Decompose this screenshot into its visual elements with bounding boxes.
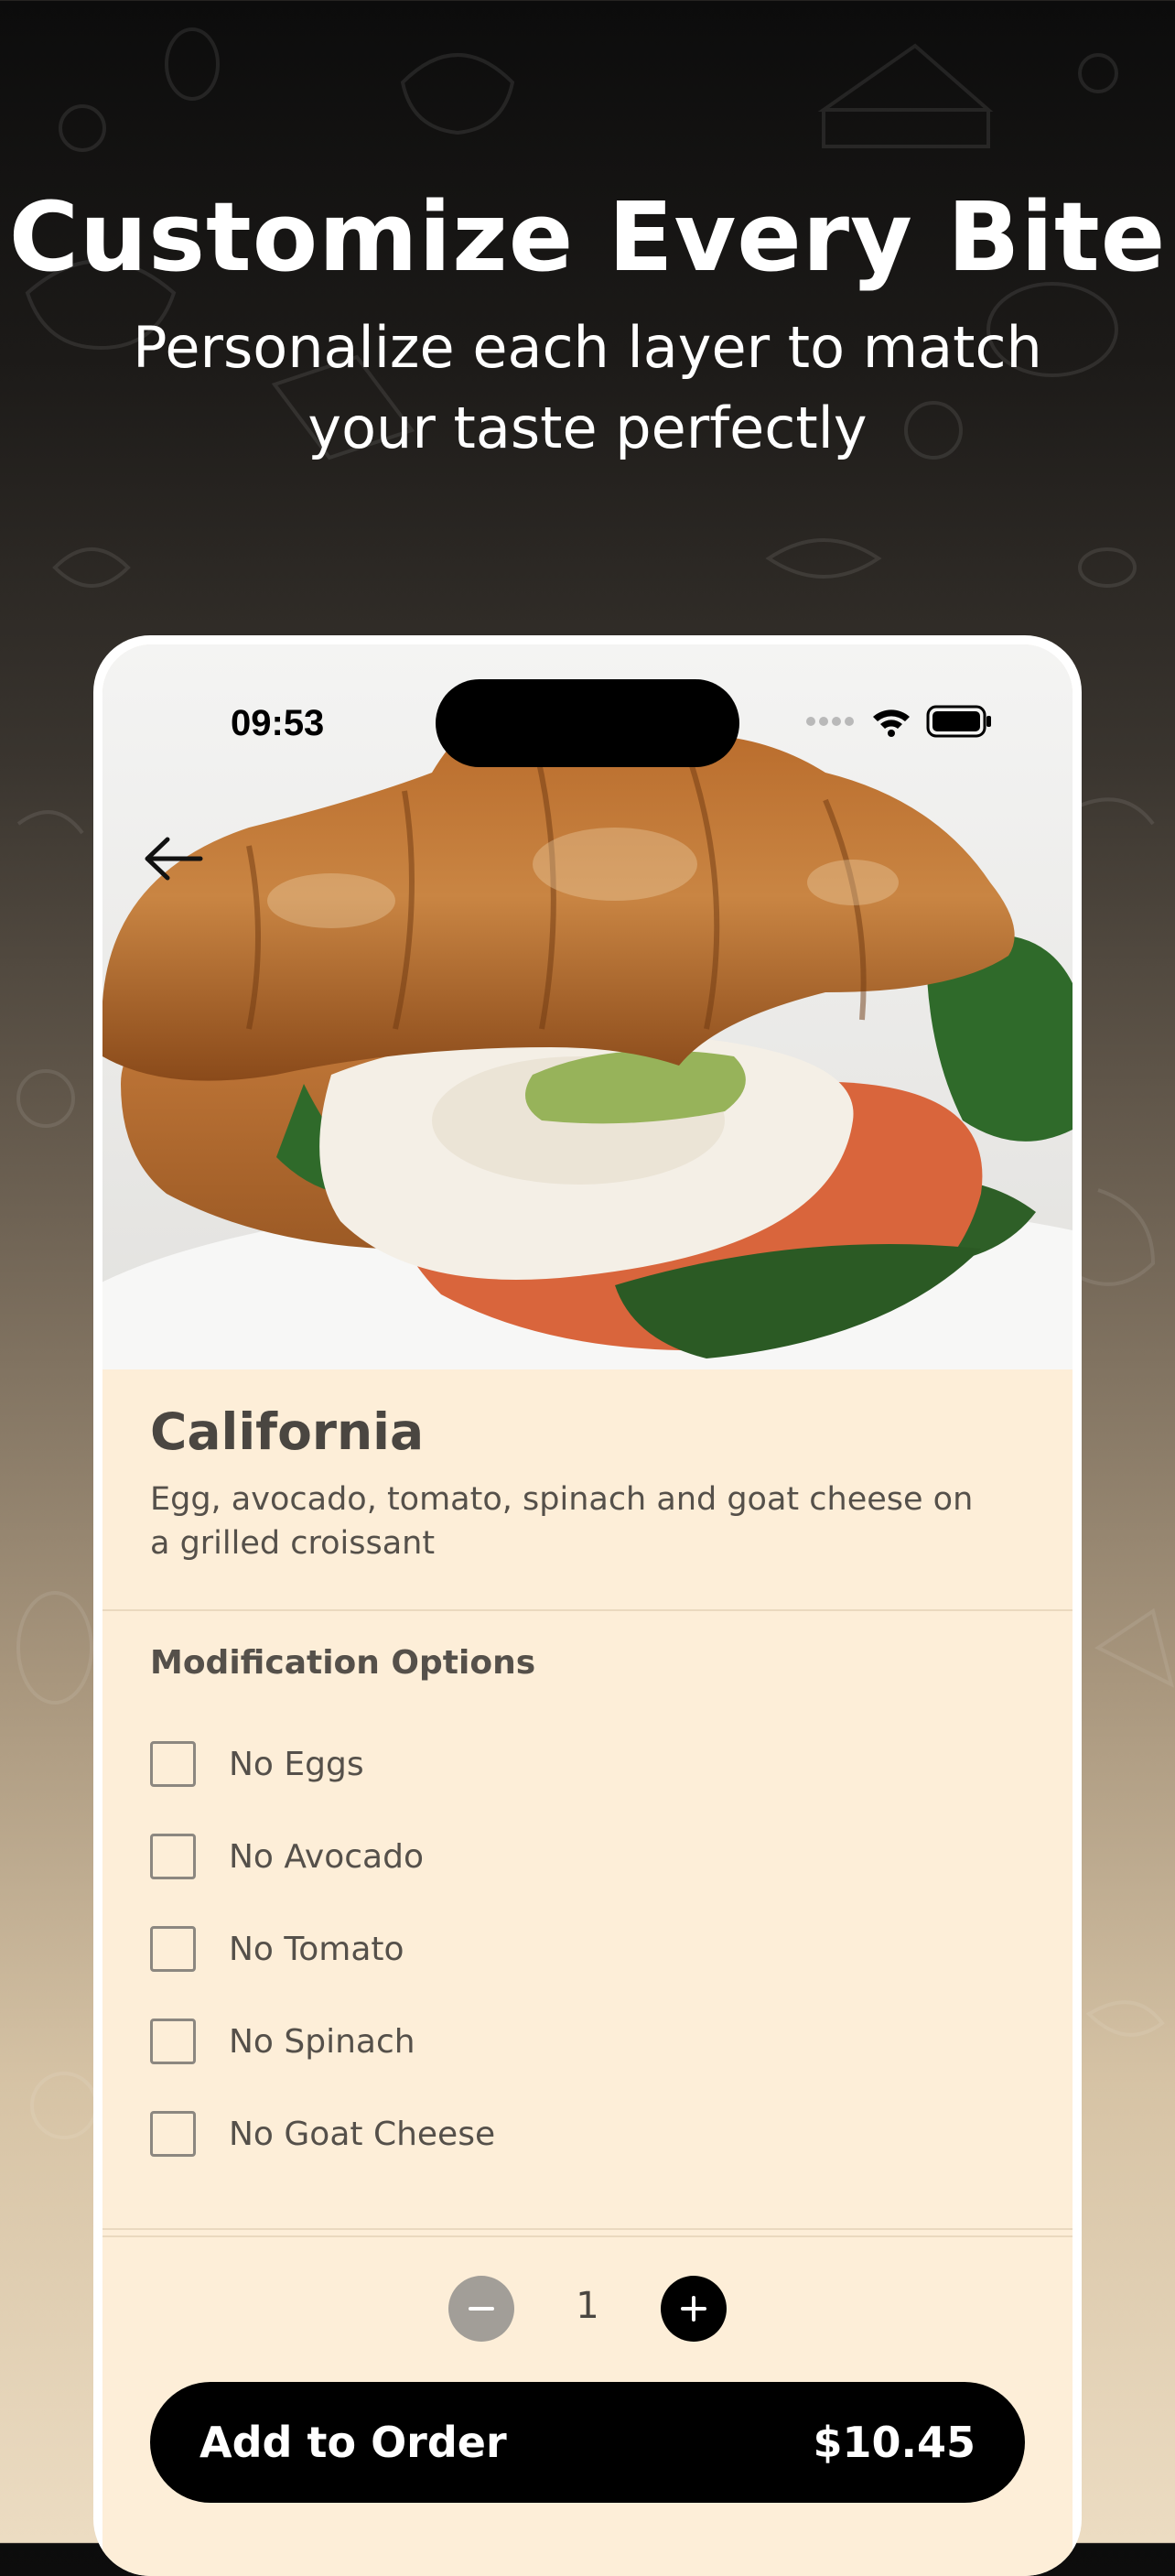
option-label: No Avocado — [229, 1837, 424, 1876]
decrease-quantity-button[interactable] — [448, 2276, 514, 2342]
battery-icon — [926, 705, 991, 738]
section-divider — [102, 2228, 1073, 2230]
increase-quantity-button[interactable] — [661, 2276, 727, 2342]
option-label: No Spinach — [229, 2022, 415, 2061]
product-title: California — [150, 1402, 425, 1461]
section-divider — [102, 2235, 1073, 2237]
quantity-stepper: 1 — [102, 2276, 1073, 2342]
section-divider — [102, 1609, 1073, 1611]
option-no-avocado[interactable]: No Avocado — [150, 1834, 424, 1879]
option-no-eggs[interactable]: No Eggs — [150, 1741, 364, 1787]
cellular-icon — [806, 717, 854, 726]
option-label: No Goat Cheese — [229, 2115, 496, 2153]
order-price: $10.45 — [813, 2418, 976, 2467]
option-label: No Tomato — [229, 1930, 404, 1968]
promo-headline: Customize Every Bite — [8, 181, 1167, 293]
dynamic-island — [436, 679, 739, 767]
option-no-goat-cheese[interactable]: No Goat Cheese — [150, 2111, 495, 2157]
checkbox[interactable] — [150, 1741, 196, 1787]
back-button[interactable] — [139, 824, 209, 893]
status-time: 09:53 — [231, 703, 325, 743]
arrow-left-icon — [145, 837, 203, 881]
wifi-icon — [873, 709, 910, 737]
checkbox[interactable] — [150, 2111, 196, 2157]
option-no-tomato[interactable]: No Tomato — [150, 1926, 404, 1972]
checkbox[interactable] — [150, 1834, 196, 1879]
phone-frame: 09:53 California Egg, avocado, tomato, s… — [93, 635, 1082, 2576]
promo-subline: Personalize each layer to match your tas… — [133, 314, 1042, 461]
minus-icon — [469, 2307, 494, 2311]
checkbox[interactable] — [150, 1926, 196, 1972]
option-no-spinach[interactable]: No Spinach — [150, 2019, 415, 2064]
quantity-value: 1 — [576, 2285, 599, 2327]
plus-icon — [681, 2296, 706, 2322]
add-to-order-label: Add to Order — [199, 2418, 507, 2467]
add-to-order-button[interactable]: Add to Order $10.45 — [150, 2382, 1025, 2503]
modification-options-title: Modification Options — [150, 1644, 536, 1682]
checkbox[interactable] — [150, 2019, 196, 2064]
option-label: No Eggs — [229, 1745, 364, 1783]
app-screen: 09:53 California Egg, avocado, tomato, s… — [102, 644, 1073, 2576]
status-icons — [805, 705, 992, 738]
product-description: Egg, avocado, tomato, spinach and goat c… — [150, 1481, 974, 1562]
